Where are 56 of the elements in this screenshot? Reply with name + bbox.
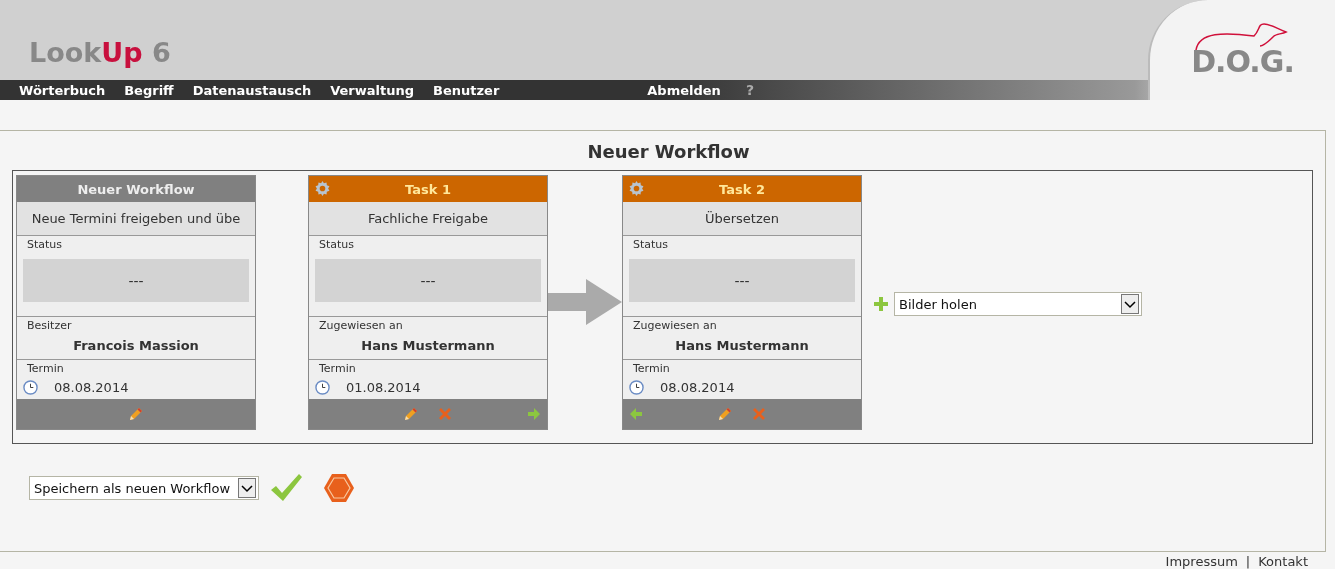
brand-logo: D.O.G. — [1191, 44, 1294, 80]
stop-icon[interactable] — [323, 473, 355, 503]
arrow-right-icon[interactable] — [527, 407, 541, 421]
due-date: 08.08.2014 — [660, 380, 735, 395]
footer-link[interactable]: Impressum — [1165, 554, 1238, 569]
page-title: Neuer Workflow — [586, 141, 751, 162]
arrow-left-icon[interactable] — [629, 407, 643, 421]
field-label: Zugewiesen an — [633, 319, 718, 332]
field-label: Status — [633, 238, 670, 251]
pencil-icon[interactable] — [717, 406, 733, 422]
person-name: Hans Mustermann — [674, 338, 810, 353]
footer-link[interactable]: Kontakt — [1258, 554, 1308, 569]
task-name: Neue Termini freigeben und übe — [17, 202, 255, 236]
caret-icon — [238, 478, 256, 498]
help-icon[interactable]: ? — [745, 82, 754, 98]
status-value: --- — [629, 259, 855, 302]
check-icon[interactable] — [269, 473, 303, 503]
status-value: --- — [23, 259, 249, 302]
field-label: Besitzer — [27, 319, 73, 332]
caret-icon — [1121, 294, 1139, 314]
field-label: Status — [319, 238, 356, 251]
delete-icon[interactable] — [437, 406, 453, 422]
person-name: Francois Massion — [72, 338, 200, 353]
clock-icon — [629, 380, 644, 395]
nav-item[interactable]: Begriff — [124, 82, 174, 98]
person-name: Hans Mustermann — [360, 338, 496, 353]
pencil-icon[interactable] — [403, 406, 419, 422]
field-label: Zugewiesen an — [319, 319, 404, 332]
logout-link[interactable]: Abmelden — [647, 82, 721, 98]
due-date: 01.08.2014 — [346, 380, 421, 395]
card-title: Neuer Workflow — [77, 181, 195, 197]
gear-icon[interactable] — [629, 181, 644, 196]
delete-icon[interactable] — [751, 406, 767, 422]
task-select[interactable]: Bilder holen — [894, 292, 1142, 316]
due-date: 08.08.2014 — [54, 380, 129, 395]
nav-item[interactable]: Benutzer — [433, 82, 500, 98]
gear-icon[interactable] — [315, 181, 330, 196]
clock-icon — [315, 380, 330, 395]
card-title: Task 2 — [719, 181, 765, 197]
field-label: Termin — [27, 362, 65, 375]
nav-item[interactable]: Datenaustausch — [192, 82, 312, 98]
clock-icon — [23, 380, 38, 395]
field-label: Termin — [319, 362, 357, 375]
status-value: --- — [315, 259, 541, 302]
add-icon[interactable] — [874, 297, 888, 311]
pencil-icon[interactable] — [128, 406, 144, 422]
save-select[interactable]: Speichern als neuen Workflow — [29, 476, 259, 500]
nav-item[interactable]: Wörterbuch — [19, 82, 106, 98]
nav-item[interactable]: Verwaltung — [330, 82, 415, 98]
task-name: Übersetzen — [623, 202, 861, 236]
separator: | — [1245, 554, 1251, 569]
app-logo: LookUp 6 — [29, 37, 171, 68]
field-label: Status — [27, 238, 64, 251]
field-label: Termin — [633, 362, 671, 375]
task-name: Fachliche Freigabe — [309, 202, 547, 236]
card-title: Task 1 — [405, 181, 451, 197]
